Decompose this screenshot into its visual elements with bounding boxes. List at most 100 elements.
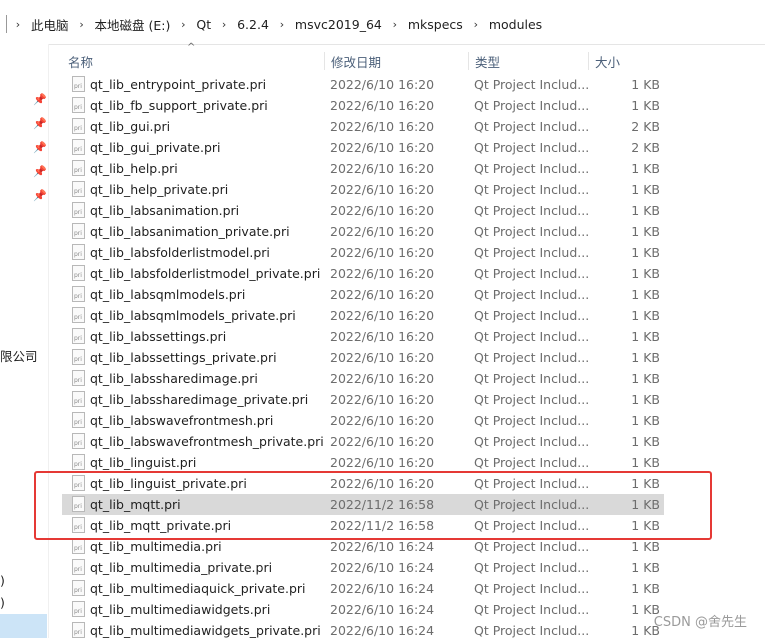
file-name: qt_lib_linguist.pri bbox=[90, 455, 197, 470]
breadcrumb-item[interactable]: 本地磁盘 (E:) bbox=[89, 15, 177, 34]
column-header-type[interactable]: 类型 bbox=[468, 52, 500, 70]
file-row[interactable]: qt_lib_linguist.pri 2022/6/10 16:20 Qt Pro… bbox=[62, 452, 762, 473]
breadcrumb-item[interactable]: modules bbox=[483, 17, 548, 32]
breadcrumb-item[interactable]: 6.2.4 bbox=[231, 17, 275, 32]
chevron-right-icon[interactable]: › bbox=[217, 18, 231, 31]
file-row[interactable]: qt_lib_labssharedimage.pri 2022/6/10 16:2… bbox=[62, 368, 762, 389]
column-header-size[interactable]: 大小 bbox=[588, 52, 620, 70]
file-row[interactable]: qt_lib_labswavefrontmesh.pri 2022/6/10 16… bbox=[62, 410, 762, 431]
file-row[interactable]: qt_lib_linguist_private.pri 2022/6/10 16:… bbox=[62, 473, 762, 494]
file-type: Qt Project Includ... bbox=[474, 581, 590, 596]
file-row[interactable]: qt_lib_labsanimation_private.pri 2022/6/1… bbox=[62, 221, 762, 242]
file-row[interactable]: qt_lib_labssettings.pri 2022/6/10 16:20 Qt… bbox=[62, 326, 762, 347]
file-modified: 2022/6/10 16:24 bbox=[330, 560, 435, 575]
file-row[interactable]: qt_lib_mqtt.pri 2022/11/2 16:58 Qt Project… bbox=[62, 494, 664, 515]
file-name: qt_lib_labssettings_private.pri bbox=[90, 350, 277, 365]
file-size: 1 KB bbox=[631, 371, 660, 386]
file-row[interactable]: qt_lib_labsqmlmodels_private.pri 2022/6/1… bbox=[62, 305, 762, 326]
file-type: Qt Project Includ... bbox=[474, 560, 590, 575]
file-name: qt_lib_multimedia_private.pri bbox=[90, 560, 273, 575]
chevron-right-icon[interactable]: › bbox=[75, 18, 89, 31]
sort-ascending-icon: ^ bbox=[187, 42, 196, 53]
file-type: Qt Project Includ... bbox=[474, 434, 590, 449]
pri-file-icon bbox=[72, 349, 85, 365]
file-modified: 2022/6/10 16:24 bbox=[330, 539, 435, 554]
pri-file-icon bbox=[72, 181, 85, 197]
column-header-name[interactable]: 名称 bbox=[62, 52, 93, 70]
pri-file-icon bbox=[72, 580, 85, 596]
pri-file-icon bbox=[72, 370, 85, 386]
nav-item-truncated[interactable]: ) bbox=[0, 573, 5, 588]
breadcrumb-item[interactable]: msvc2019_64 bbox=[289, 17, 388, 32]
nav-item-selected[interactable] bbox=[0, 614, 47, 638]
file-modified: 2022/6/10 16:20 bbox=[330, 329, 435, 344]
file-size: 1 KB bbox=[631, 497, 660, 512]
pin-icon[interactable]: 📌 bbox=[33, 142, 47, 154]
file-row[interactable]: qt_lib_entrypoint_private.pri 2022/6/10 1… bbox=[62, 74, 762, 95]
address-bar[interactable]: › 此电脑 › 本地磁盘 (E:) › Qt › 6.2.4 › msvc2019_64 › mksp… bbox=[0, 0, 765, 45]
file-name: qt_lib_labssharedimage_private.pri bbox=[90, 392, 309, 407]
file-name: qt_lib_labsqmlmodels.pri bbox=[90, 287, 246, 302]
file-row[interactable]: qt_lib_help_private.pri 2022/6/10 16:20 Qt… bbox=[62, 179, 762, 200]
file-row[interactable]: qt_lib_labssharedimage_private.pri 2022/6… bbox=[62, 389, 762, 410]
nav-item-company[interactable]: 限公司 bbox=[0, 346, 38, 365]
chevron-right-icon[interactable]: › bbox=[11, 18, 25, 31]
file-type: Qt Project Includ... bbox=[474, 119, 590, 134]
file-size: 1 KB bbox=[631, 455, 660, 470]
file-row[interactable]: qt_lib_labsqmlmodels.pri 2022/6/10 16:20 Q… bbox=[62, 284, 762, 305]
file-modified: 2022/11/2 16:58 bbox=[330, 518, 435, 533]
pri-file-icon bbox=[72, 538, 85, 554]
file-row[interactable]: qt_lib_multimediaquick_private.pri 2022/6… bbox=[62, 578, 762, 599]
file-row[interactable]: qt_lib_labsfolderlistmodel_private.pri 20… bbox=[62, 263, 762, 284]
file-type: Qt Project Includ... bbox=[474, 497, 590, 512]
file-type: Qt Project Includ... bbox=[474, 371, 590, 386]
breadcrumb-item[interactable]: 此电脑 bbox=[25, 15, 75, 34]
file-size: 1 KB bbox=[631, 350, 660, 365]
pri-file-icon bbox=[72, 601, 85, 617]
file-size: 1 KB bbox=[631, 413, 660, 428]
file-modified: 2022/6/10 16:20 bbox=[330, 203, 435, 218]
chevron-right-icon[interactable]: › bbox=[469, 18, 483, 31]
breadcrumb-item[interactable]: mkspecs bbox=[402, 17, 469, 32]
file-type: Qt Project Includ... bbox=[474, 539, 590, 554]
pin-icon[interactable]: 📌 bbox=[33, 190, 47, 202]
file-row[interactable]: qt_lib_labsanimation.pri 2022/6/10 16:20 Q… bbox=[62, 200, 762, 221]
file-modified: 2022/6/10 16:20 bbox=[330, 161, 435, 176]
file-size: 1 KB bbox=[631, 287, 660, 302]
navigation-pane[interactable]: 📌 📌 📌 📌 📌 限公司 ) ) bbox=[0, 44, 49, 638]
file-row[interactable]: qt_lib_labssettings_private.pri 2022/6/10… bbox=[62, 347, 762, 368]
chevron-right-icon[interactable]: › bbox=[176, 18, 190, 31]
file-size: 1 KB bbox=[631, 560, 660, 575]
pri-file-icon bbox=[72, 433, 85, 449]
file-row[interactable]: qt_lib_fb_support_private.pri 2022/6/10 1… bbox=[62, 95, 762, 116]
breadcrumb-item[interactable]: Qt bbox=[190, 17, 217, 32]
file-list[interactable]: qt_lib_entrypoint_private.pri 2022/6/10 1… bbox=[62, 74, 762, 641]
file-modified: 2022/6/10 16:24 bbox=[330, 623, 435, 638]
pri-file-icon bbox=[72, 307, 85, 323]
pri-file-icon bbox=[72, 622, 85, 638]
file-name: qt_lib_mqtt.pri bbox=[90, 497, 181, 512]
file-row[interactable]: qt_lib_help.pri 2022/6/10 16:20 Qt Project… bbox=[62, 158, 762, 179]
pri-file-icon bbox=[72, 223, 85, 239]
pin-icon[interactable]: 📌 bbox=[33, 118, 47, 130]
file-row[interactable]: qt_lib_gui.pri 2022/6/10 16:20 Qt Project … bbox=[62, 116, 762, 137]
file-name: qt_lib_labssharedimage.pri bbox=[90, 371, 258, 386]
file-row[interactable]: qt_lib_labsfolderlistmodel.pri 2022/6/10 … bbox=[62, 242, 762, 263]
file-name: qt_lib_help_private.pri bbox=[90, 182, 229, 197]
file-row[interactable]: qt_lib_multimedia.pri 2022/6/10 16:24 Qt P… bbox=[62, 536, 762, 557]
file-modified: 2022/6/10 16:20 bbox=[330, 119, 435, 134]
nav-item-truncated[interactable]: ) bbox=[0, 595, 5, 610]
chevron-right-icon[interactable]: › bbox=[275, 18, 289, 31]
file-row[interactable]: qt_lib_mqtt_private.pri 2022/11/2 16:58 Qt… bbox=[62, 515, 762, 536]
chevron-right-icon[interactable]: › bbox=[388, 18, 402, 31]
file-size: 1 KB bbox=[631, 329, 660, 344]
pri-file-icon bbox=[72, 286, 85, 302]
pin-icon[interactable]: 📌 bbox=[33, 166, 47, 178]
file-type: Qt Project Includ... bbox=[474, 350, 590, 365]
column-header-modified[interactable]: 修改日期 bbox=[324, 52, 381, 70]
pin-icon[interactable]: 📌 bbox=[33, 94, 47, 106]
file-row[interactable]: qt_lib_gui_private.pri 2022/6/10 16:20 Qt … bbox=[62, 137, 762, 158]
file-row[interactable]: qt_lib_multimedia_private.pri 2022/6/10 1… bbox=[62, 557, 762, 578]
file-row[interactable]: qt_lib_labswavefrontmesh_private.pri 2022… bbox=[62, 431, 762, 452]
file-name: qt_lib_labswavefrontmesh.pri bbox=[90, 413, 274, 428]
